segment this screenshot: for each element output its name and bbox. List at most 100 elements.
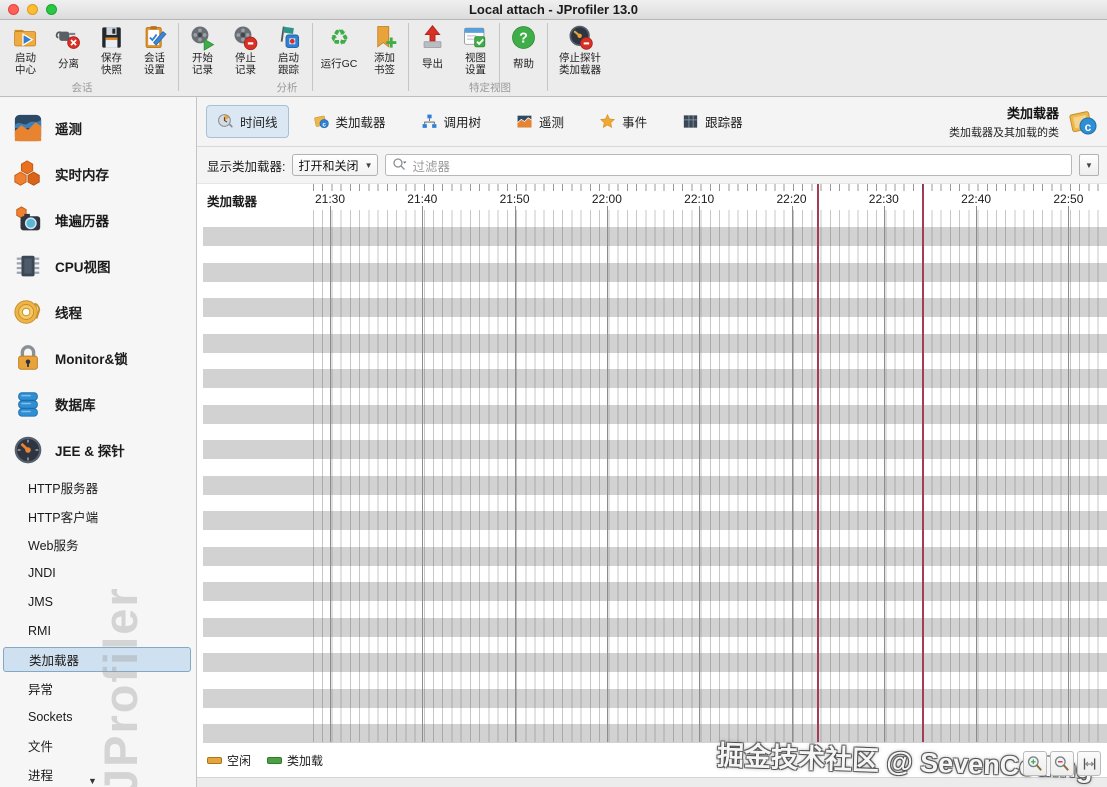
tab-label: 遥测 [539, 112, 564, 131]
toolbar-button-label: 开始 记录 [192, 51, 213, 77]
major-gridline [515, 206, 516, 742]
zoom-out-button[interactable] [1050, 751, 1074, 776]
sidebar-subitem-jndi[interactable]: JNDI [0, 559, 196, 588]
tab-classloaders[interactable]: c类加载器 [302, 105, 397, 138]
legend-swatch [207, 757, 222, 764]
export-icon [419, 23, 446, 51]
sidebar-subitem-web-services[interactable]: Web服务 [0, 530, 196, 559]
toolbar-button-label: 保存 快照 [101, 51, 122, 77]
toolbar-button-label: 启动 中心 [15, 51, 36, 77]
sidebar-item-heap-walker[interactable]: 堆遍历器 [0, 197, 196, 243]
sidebar-item-monitors-locks[interactable]: Monitor&锁 [0, 335, 196, 381]
sidebar-subitem-sockets[interactable]: Sockets [0, 703, 196, 732]
tab-calltree-icon [421, 113, 438, 130]
time-axis-label: 22:40 [958, 192, 994, 206]
toolbar-button-label: 添加 书签 [374, 51, 395, 77]
sidebar-subitem-exceptions[interactable]: 异常 [0, 674, 196, 703]
start-tracking-button[interactable]: 启动 跟踪 [267, 23, 310, 77]
sidebar-item-cpu-views[interactable]: CPU视图 [0, 243, 196, 289]
tab-tracker[interactable]: 跟踪器 [671, 105, 754, 138]
save-snapshot-button[interactable]: 保存 快照 [90, 23, 133, 77]
add-bookmark-button[interactable]: 添加 书签 [363, 23, 406, 77]
tab-timeline[interactable]: 时间线 [206, 105, 289, 138]
major-gridline [699, 206, 700, 742]
sidebar-subitem-label: HTTP服务器 [28, 478, 98, 497]
detach-button[interactable]: 分离 [47, 23, 90, 77]
sidebar-item-jee-probes[interactable]: JEE & 探针 [0, 427, 196, 473]
sidebar-item-label: JEE & 探针 [55, 440, 125, 460]
toolbar: 启动 中心分离保存 快照会话 设置开始 记录停止 记录启动 跟踪♻运行GC 添加 … [0, 20, 1107, 97]
filter-combo-button[interactable]: ▼ [1079, 154, 1099, 176]
sidebar-item-live-memory[interactable]: 实时内存 [0, 151, 196, 197]
sidebar-subitem-rmi[interactable]: RMI [0, 616, 196, 645]
sidebar-subitem-jms[interactable]: JMS [0, 588, 196, 617]
toolbar-button-label: 视图 设置 [465, 51, 486, 77]
minute-tick-ruler [313, 184, 1103, 191]
sidebar-item-telemetries[interactable]: 遥测 [0, 105, 196, 151]
svg-text:c: c [322, 121, 326, 128]
stop-recordings-button[interactable]: 停止 记录 [224, 23, 267, 77]
dropdown-value: 打开和关闭 [298, 157, 358, 174]
sidebar-scroll-down-arrow[interactable]: ▼ [88, 776, 97, 786]
launch-center-button[interactable]: 启动 中心 [4, 23, 47, 77]
major-gridline [792, 206, 793, 742]
start-recordings-button[interactable]: 开始 记录 [181, 23, 224, 77]
show-classloaders-label: 显示类加载器: [207, 156, 285, 175]
add-bookmark-icon [371, 23, 398, 51]
svg-text:?: ? [519, 30, 528, 46]
sidebar-subitem-label: Web服务 [28, 535, 78, 554]
sidebar-subitem-files[interactable]: 文件 [0, 731, 196, 760]
search-placeholder: 过滤器 [412, 156, 450, 175]
side-lock-icon [13, 343, 43, 373]
tab-tracker-icon [682, 113, 699, 130]
sidebar-subitem-label: Sockets [28, 710, 72, 724]
tab-events[interactable]: 事件 [588, 105, 658, 138]
svg-text:c: c [1085, 120, 1092, 134]
sidebar-item-label: Monitor&锁 [55, 348, 128, 368]
chevron-down-icon: ▼ [365, 161, 373, 170]
toolbar-button-label: 运行GC [321, 51, 358, 77]
session-settings-button[interactable]: 会话 设置 [133, 23, 176, 77]
side-cpu-icon [13, 251, 43, 281]
stop-probe-classloaders-button[interactable]: 停止探针 类加载器 [550, 23, 610, 77]
tab-timeline-icon [217, 113, 234, 130]
sidebar: 遥测实时内存堆遍历器 CPU视图线程 Monitor&锁数据库 JEE & 探针 HTT… [0, 97, 197, 787]
window-title: Local attach - JProfiler 13.0 [0, 2, 1107, 17]
tab-call-tree[interactable]: 调用树 [410, 105, 493, 138]
launch-center-icon [12, 23, 39, 51]
major-gridline [1068, 206, 1069, 742]
export-button[interactable]: 导出 [411, 23, 454, 77]
toolbar-separator [408, 23, 409, 91]
sidebar-item-label: 实时内存 [55, 164, 109, 184]
tab-telemetries[interactable]: 遥测 [505, 105, 575, 138]
sidebar-subitem-http-client[interactable]: HTTP客户端 [0, 502, 196, 531]
toolbar-button-label: 导出 [422, 51, 443, 77]
time-axis-label: 21:40 [404, 192, 440, 206]
sidebar-item-label: 堆遍历器 [55, 210, 109, 230]
sidebar-subitem-http-server[interactable]: HTTP服务器 [0, 473, 196, 502]
sidebar-item-threads[interactable]: 线程 [0, 289, 196, 335]
bookmark-line [922, 184, 924, 742]
sidebar-subitem-classloaders[interactable]: 类加载器 [3, 647, 191, 672]
help-button[interactable]: ?帮助 [502, 23, 545, 77]
legend-item: 空闲 [207, 752, 251, 769]
run-gc-button[interactable]: ♻运行GC [315, 23, 363, 77]
time-axis-label: 21:50 [497, 192, 533, 206]
filter-bar: 显示类加载器: 打开和关闭 ▼ 过滤器 ▼ [197, 147, 1107, 184]
sidebar-subitem-label: JMS [28, 595, 53, 609]
classloader-state-dropdown[interactable]: 打开和关闭 ▼ [292, 154, 378, 176]
time-axis-label: 22:20 [773, 192, 809, 206]
toolbar-group-caption: 特定视图 [469, 80, 511, 95]
tab-events-icon [599, 113, 616, 130]
sidebar-item-databases[interactable]: 数据库 [0, 381, 196, 427]
view-settings-button[interactable]: 视图 设置 [454, 23, 497, 77]
sidebar-subitem-processes[interactable]: 进程 [0, 760, 196, 787]
zoom-fit-button[interactable] [1077, 751, 1101, 776]
time-axis-label: 21:30 [312, 192, 348, 206]
toolbar-separator [312, 23, 313, 91]
side-gauge-icon [13, 435, 43, 465]
zoom-in-button[interactable] [1023, 751, 1047, 776]
filter-search-input[interactable]: 过滤器 [385, 154, 1072, 176]
session-settings-icon [141, 23, 168, 51]
time-axis-label: 22:30 [866, 192, 902, 206]
